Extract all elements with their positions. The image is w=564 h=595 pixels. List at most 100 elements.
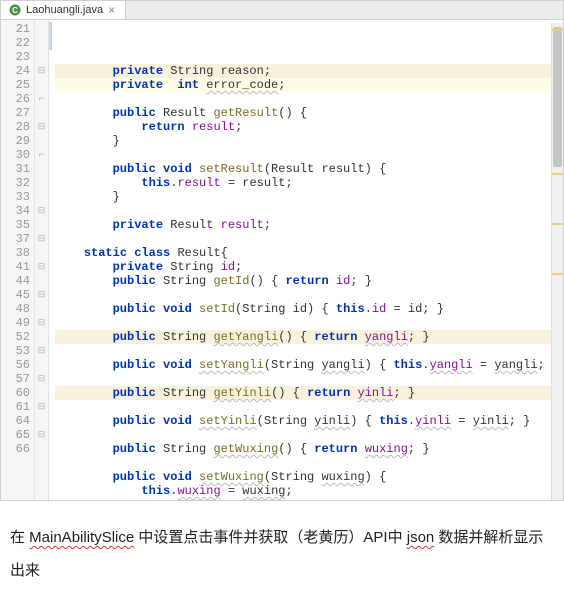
code-line[interactable]: this.wuxing = wuxing; <box>55 484 563 498</box>
fold-toggle-icon <box>35 36 48 50</box>
code-line[interactable] <box>55 288 563 302</box>
code-line[interactable]: this.result = result; <box>55 176 563 190</box>
fold-toggle-icon[interactable]: ⊟ <box>35 344 48 358</box>
line-number: 28 <box>1 120 30 134</box>
line-number: 60 <box>1 386 30 400</box>
line-number: 29 <box>1 134 30 148</box>
fold-toggle-icon <box>35 302 48 316</box>
code-line[interactable]: public void setYangli(String yangli) { t… <box>55 358 563 372</box>
fold-toggle-icon[interactable]: ⊟ <box>35 288 48 302</box>
code-text[interactable]: private String reason; private int error… <box>49 20 563 500</box>
fold-toggle-icon[interactable]: ⊟ <box>35 372 48 386</box>
code-line[interactable]: public Result getResult() { <box>55 106 563 120</box>
code-line[interactable]: public String getWuxing() { return wuxin… <box>55 442 563 456</box>
warning-marker <box>552 29 563 31</box>
warning-marker <box>552 223 563 225</box>
line-number: 65 <box>1 428 30 442</box>
scrollbar-thumb[interactable] <box>553 27 562 167</box>
code-line[interactable]: } <box>55 134 563 148</box>
fold-gutter[interactable]: ⊟ ⌐ ⊟ ⌐ ⊟ ⊟ ⊟ ⊟ ⊟ ⊟ ⊟ ⊟ ⊟ <box>35 20 49 500</box>
fold-toggle-icon <box>35 190 48 204</box>
file-tab[interactable]: C Laohuangli.java × <box>1 1 126 19</box>
code-line[interactable]: public String getYangli() { return yangl… <box>55 330 563 344</box>
fold-toggle-icon <box>35 22 48 36</box>
code-line[interactable] <box>55 456 563 470</box>
fold-toggle-icon <box>35 386 48 400</box>
code-line[interactable]: public String getId() { return id; } <box>55 274 563 288</box>
line-number: 48 <box>1 302 30 316</box>
line-number: 22 <box>1 36 30 50</box>
code-line[interactable]: } <box>55 190 563 204</box>
fold-toggle-icon <box>35 78 48 92</box>
fold-toggle-icon <box>35 162 48 176</box>
fold-toggle-icon <box>35 176 48 190</box>
line-number: 53 <box>1 344 30 358</box>
line-number: 57 <box>1 372 30 386</box>
fold-toggle-icon[interactable]: ⊟ <box>35 232 48 246</box>
code-line[interactable] <box>55 400 563 414</box>
code-line[interactable] <box>55 204 563 218</box>
fold-toggle-icon[interactable]: ⊟ <box>35 400 48 414</box>
svg-text:C: C <box>12 6 18 15</box>
fold-toggle-icon <box>35 358 48 372</box>
fold-toggle-icon[interactable]: ⊟ <box>35 204 48 218</box>
line-number: 38 <box>1 246 30 260</box>
code-line[interactable] <box>55 372 563 386</box>
fold-toggle-icon[interactable]: ⊟ <box>35 260 48 274</box>
code-line[interactable]: public void setResult(Result result) { <box>55 162 563 176</box>
line-number: 25 <box>1 78 30 92</box>
line-number: 37 <box>1 232 30 246</box>
line-number: 44 <box>1 274 30 288</box>
change-marker <box>49 22 52 50</box>
vertical-scrollbar[interactable] <box>551 23 563 500</box>
line-number: 26 <box>1 92 30 106</box>
fold-toggle-icon[interactable]: ⌐ <box>35 92 48 106</box>
code-line[interactable]: return result; <box>55 120 563 134</box>
warning-marker <box>552 273 563 275</box>
fold-toggle-icon[interactable]: ⊟ <box>35 64 48 78</box>
line-number: 23 <box>1 50 30 64</box>
code-line[interactable]: public void setId(String id) { this.id =… <box>55 302 563 316</box>
line-number: 41 <box>1 260 30 274</box>
line-number: 66 <box>1 442 30 456</box>
fold-toggle-icon <box>35 134 48 148</box>
code-line[interactable]: static class Result{ <box>55 246 563 260</box>
line-number: 64 <box>1 414 30 428</box>
fold-toggle-icon[interactable]: ⊟ <box>35 428 48 442</box>
line-number: 34 <box>1 204 30 218</box>
fold-toggle-icon[interactable]: ⊟ <box>35 120 48 134</box>
line-number: 32 <box>1 176 30 190</box>
code-line[interactable]: private Result result; <box>55 218 563 232</box>
line-number: 27 <box>1 106 30 120</box>
fold-toggle-icon[interactable]: ⊟ <box>35 316 48 330</box>
code-line[interactable] <box>55 232 563 246</box>
editor-tabbar: C Laohuangli.java × <box>1 1 563 20</box>
code-line[interactable]: private String id; <box>55 260 563 274</box>
line-number: 30 <box>1 148 30 162</box>
tab-filename: Laohuangli.java <box>26 4 103 16</box>
code-line[interactable] <box>55 92 563 106</box>
code-line[interactable]: public String getYinli() { return yinli;… <box>55 386 563 400</box>
line-number: 56 <box>1 358 30 372</box>
caption-text: 在 MainAbilitySlice 中设置点击事件并获取（老黄历）API中 j… <box>0 501 564 595</box>
line-number: 24 <box>1 64 30 78</box>
line-number: 21 <box>1 22 30 36</box>
code-line[interactable] <box>55 428 563 442</box>
close-icon[interactable]: × <box>108 4 115 16</box>
fold-toggle-icon <box>35 442 48 456</box>
line-number: 52 <box>1 330 30 344</box>
code-line[interactable] <box>55 344 563 358</box>
code-area[interactable]: 2122232425262728293031323334353738414445… <box>1 20 563 500</box>
code-line[interactable] <box>55 316 563 330</box>
java-class-icon: C <box>9 4 21 16</box>
line-number-gutter: 2122232425262728293031323334353738414445… <box>1 20 35 500</box>
warning-marker <box>552 173 563 175</box>
code-line[interactable]: private String reason; <box>55 64 563 78</box>
code-line[interactable]: public void setWuxing(String wuxing) { <box>55 470 563 484</box>
fold-toggle-icon[interactable]: ⌐ <box>35 148 48 162</box>
line-number: 45 <box>1 288 30 302</box>
code-line[interactable] <box>55 148 563 162</box>
code-line[interactable]: private int error_code; <box>55 78 563 92</box>
fold-toggle-icon <box>35 50 48 64</box>
code-line[interactable]: public void setYinli(String yinli) { thi… <box>55 414 563 428</box>
